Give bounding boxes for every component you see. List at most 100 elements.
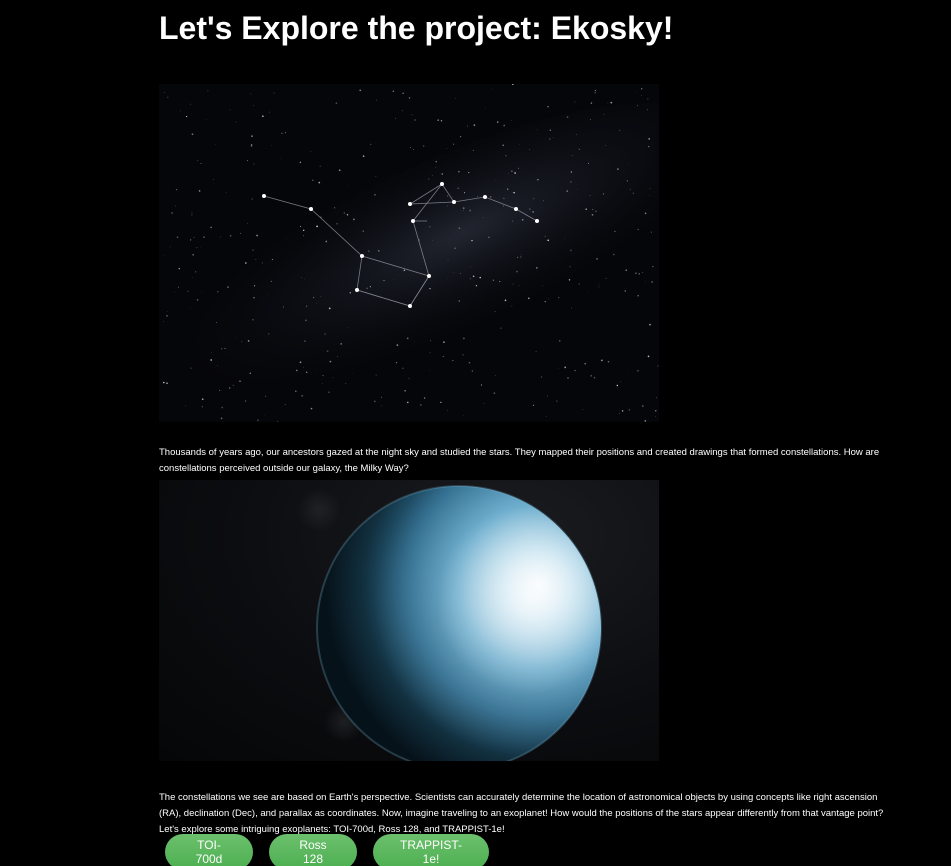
background-star — [570, 249, 572, 252]
ross-128-button[interactable]: Ross 128 — [269, 834, 357, 866]
background-star — [336, 222, 338, 225]
background-star — [432, 240, 433, 241]
background-star — [198, 190, 201, 192]
background-star — [618, 413, 620, 414]
background-star — [598, 286, 600, 288]
background-star — [310, 407, 313, 410]
background-star — [649, 188, 651, 190]
background-star — [191, 214, 193, 216]
background-star — [647, 98, 649, 100]
background-star — [227, 286, 229, 288]
background-star — [396, 344, 399, 346]
background-star — [435, 166, 437, 168]
background-star — [401, 110, 403, 112]
background-star — [558, 367, 559, 369]
intro-paragraph: Thousands of years ago, our ancestors ga… — [159, 446, 880, 474]
background-star — [175, 205, 176, 207]
background-star — [649, 323, 651, 326]
background-star — [452, 360, 454, 362]
background-star — [217, 291, 219, 293]
background-star — [191, 133, 194, 136]
background-star — [548, 298, 550, 300]
background-star — [516, 270, 518, 273]
background-star — [402, 92, 404, 94]
background-star — [324, 333, 326, 335]
background-star — [503, 124, 506, 127]
background-star — [171, 212, 173, 214]
background-star — [613, 253, 615, 256]
background-star — [163, 255, 164, 256]
background-star — [632, 192, 634, 194]
background-star — [532, 404, 535, 406]
background-star — [186, 115, 188, 118]
background-star — [544, 235, 546, 238]
background-star — [503, 205, 504, 207]
background-star — [492, 279, 494, 281]
background-star — [413, 211, 415, 212]
background-star — [549, 129, 551, 131]
background-star — [468, 172, 470, 174]
background-star — [502, 144, 504, 146]
background-star — [261, 206, 263, 207]
background-star — [637, 105, 639, 107]
background-star — [229, 234, 232, 237]
background-star — [479, 276, 481, 279]
background-star — [295, 390, 297, 392]
background-star — [542, 285, 544, 286]
trappist-1e-button[interactable]: TRAPPIST-1e! — [373, 834, 489, 866]
background-star — [362, 155, 365, 157]
background-star — [508, 173, 509, 175]
toi-700d-button[interactable]: TOI-700d — [165, 834, 253, 866]
background-star — [282, 306, 284, 308]
background-star — [325, 240, 328, 243]
background-star — [211, 351, 212, 353]
background-star — [646, 109, 648, 111]
background-star — [468, 361, 471, 364]
background-star — [588, 291, 590, 292]
background-star — [326, 350, 329, 352]
background-star — [590, 102, 593, 104]
background-star — [163, 381, 165, 384]
background-star — [642, 405, 644, 407]
background-star — [256, 234, 258, 237]
background-star — [648, 145, 650, 148]
background-star — [503, 197, 505, 200]
background-star — [430, 340, 432, 342]
background-star — [587, 162, 589, 164]
background-star — [428, 225, 431, 228]
background-star — [322, 383, 323, 384]
background-star — [381, 396, 382, 398]
background-star — [544, 300, 546, 303]
background-star — [250, 93, 252, 95]
background-star — [228, 387, 231, 389]
background-star — [576, 189, 578, 191]
background-star — [251, 198, 253, 200]
background-star — [624, 290, 626, 292]
background-star — [239, 380, 241, 383]
background-star — [411, 114, 413, 116]
background-star — [593, 376, 596, 379]
background-star — [217, 365, 218, 367]
background-star — [570, 181, 572, 183]
background-star — [413, 149, 415, 150]
background-star — [566, 116, 569, 118]
background-star — [210, 359, 213, 361]
background-star — [366, 287, 368, 290]
exoplanet-paragraph: The constellations we see are based on E… — [159, 791, 884, 835]
background-star — [458, 227, 461, 230]
background-star — [621, 410, 624, 412]
page: Let's Explore the project: Ekosky! Thous… — [0, 0, 951, 866]
background-star — [284, 132, 286, 134]
background-star — [201, 406, 203, 408]
background-star — [435, 161, 437, 163]
background-star — [537, 179, 539, 181]
background-star — [482, 217, 484, 218]
background-star — [221, 406, 224, 409]
background-star — [574, 369, 576, 372]
background-star — [215, 321, 217, 323]
background-star — [319, 296, 321, 297]
background-star — [328, 307, 331, 310]
background-star — [302, 229, 305, 232]
background-star — [332, 377, 334, 378]
background-star — [504, 299, 507, 302]
